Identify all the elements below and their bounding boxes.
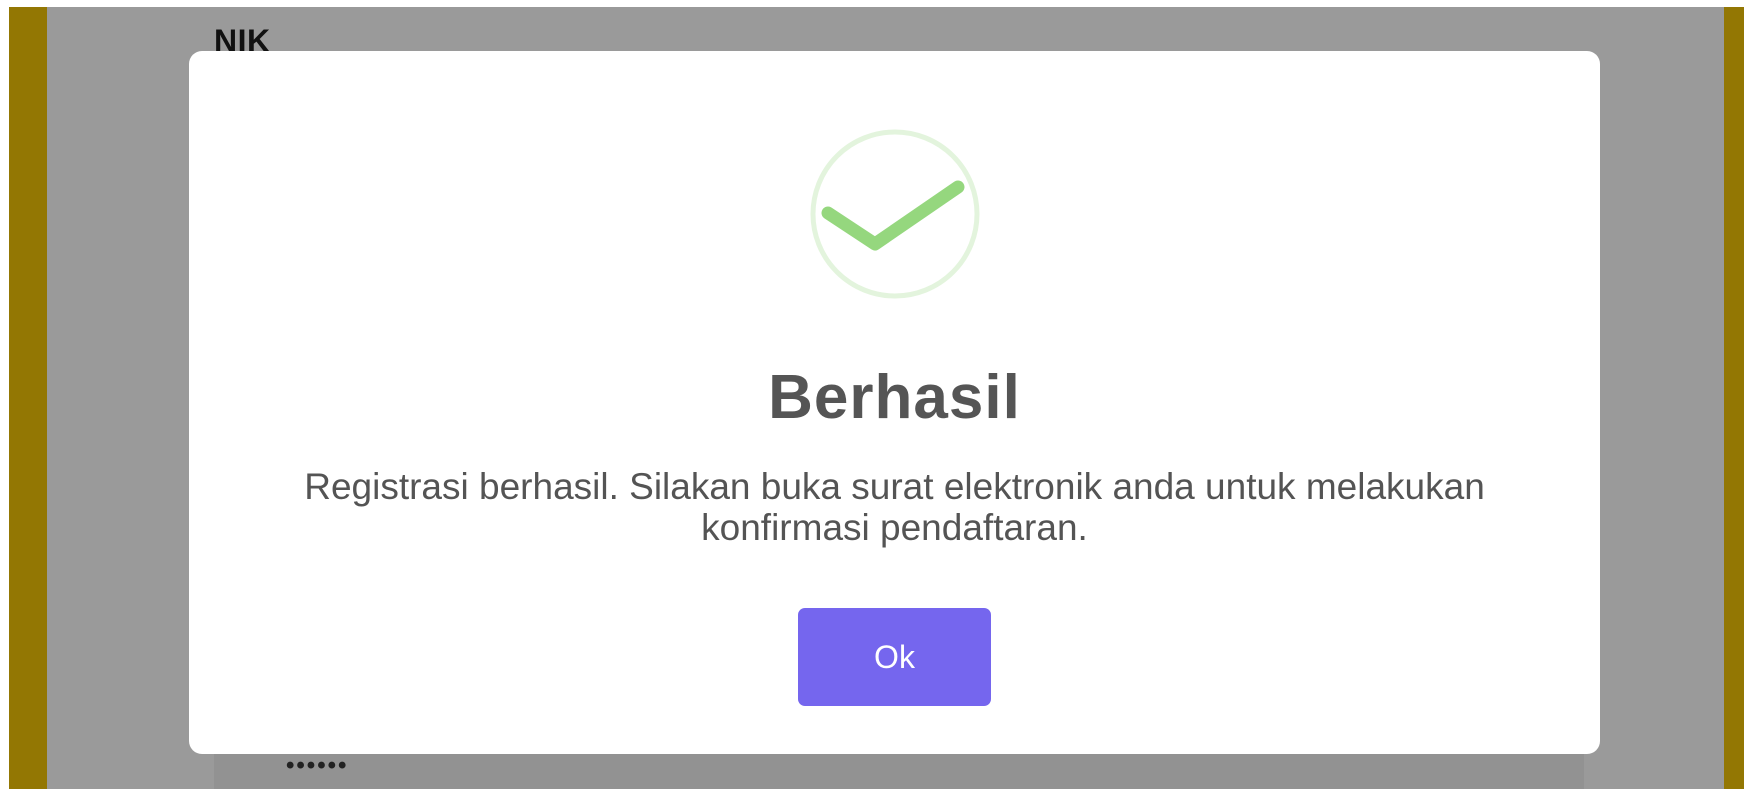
left-accent-bar (9, 7, 47, 789)
right-accent-bar (1724, 7, 1744, 789)
ok-button[interactable]: Ok (798, 608, 991, 706)
checkmark (821, 180, 965, 251)
screen: NIK •••••• Berhasil Registrasi berhasil.… (0, 0, 1763, 789)
success-checkmark-icon (810, 129, 980, 299)
password-value: •••••• (286, 752, 349, 779)
success-dialog: Berhasil Registrasi berhasil. Silakan bu… (189, 51, 1600, 754)
dialog-title: Berhasil (768, 363, 1021, 432)
dialog-message: Registrasi berhasil. Silakan buka surat … (304, 466, 1485, 548)
